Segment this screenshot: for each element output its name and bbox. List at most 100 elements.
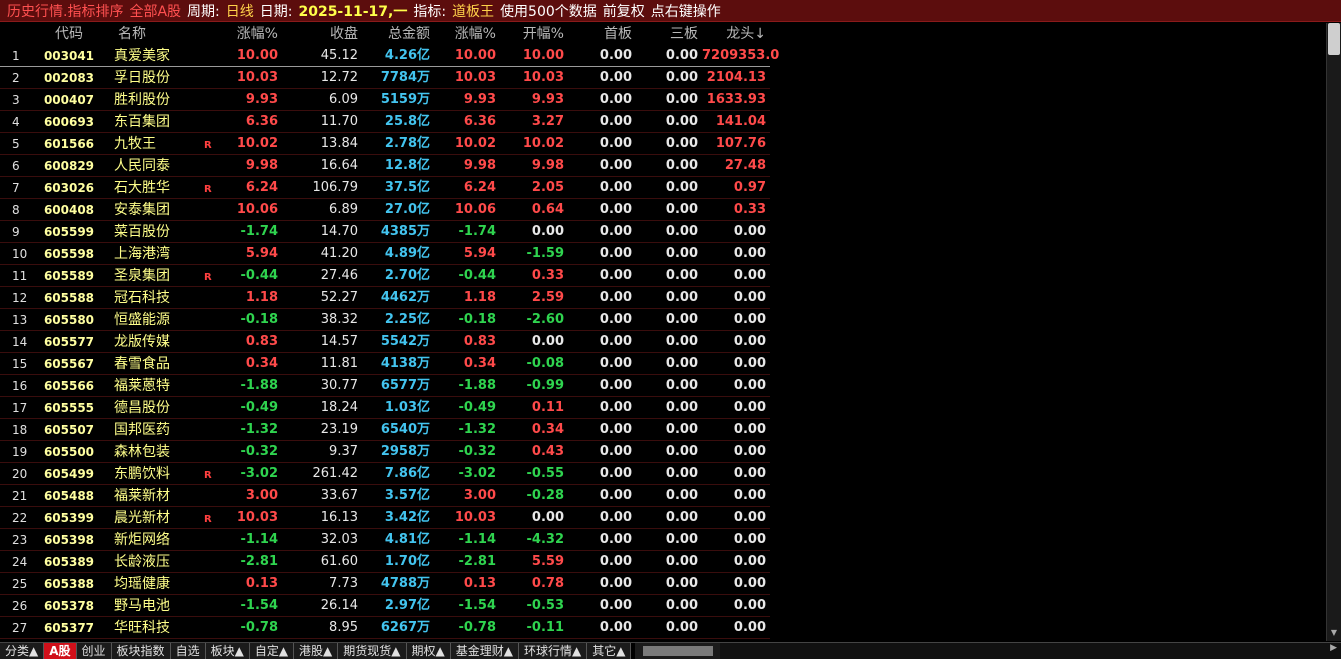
table-row[interactable]: 9 605599 菜百股份 -1.74 14.70 4385万 -1.74 0.00 0.00 0… (0, 221, 770, 243)
close-price: 16.13 (320, 510, 358, 525)
table-row[interactable]: 14 605577 龙版传媒 0.83 14.57 5542万 0.83 0.00 0.00 0.… (0, 331, 770, 353)
financing-badge (204, 223, 216, 245)
tab-9[interactable]: 期权▲ (406, 643, 451, 659)
tab-12[interactable]: 其它▲ (587, 643, 632, 659)
open-change-pct: 0.78 (531, 576, 564, 591)
table-row[interactable]: 11 605589 圣泉集团 R -0.44 27.46 2.70亿 -0.44 0.33 0.0… (0, 265, 770, 287)
table-row[interactable]: 7 603026 石大胜华 R 6.24 106.79 37.5亿 6.24 2.05 0.00 0… (0, 177, 770, 199)
total-amount: 3.57亿 (384, 488, 430, 503)
stock-name: 圣泉集团 (114, 268, 170, 284)
table-row[interactable]: 18 605507 国邦医药 -1.32 23.19 6540万 -1.32 0.34 0.00… (0, 419, 770, 441)
total-amount: 6267万 (380, 620, 430, 635)
adjust-mode[interactable]: 前复权 (603, 1, 645, 21)
table-row[interactable]: 15 605567 春雪食品 0.34 11.81 4138万 0.34 -0.08 0.00 0… (0, 353, 770, 375)
col-header-open-change[interactable]: 开幅% (504, 23, 564, 45)
indicator-value[interactable]: 道板王 (452, 1, 494, 21)
horizontal-scroll-thumb[interactable] (643, 646, 714, 656)
col-header-third-board[interactable]: 三板 (640, 23, 698, 45)
col-header-dragon-head[interactable]: 龙头↓ (702, 23, 766, 45)
first-board: 0.00 (599, 92, 632, 107)
row-index: 19 (12, 445, 28, 459)
tab-10[interactable]: 基金理财▲ (450, 643, 519, 659)
change-pct-2: 6.24 (463, 180, 496, 195)
financing-badge (204, 333, 216, 355)
horizontal-scrollbar[interactable] (635, 643, 721, 659)
col-header-name[interactable]: 名称 (118, 23, 206, 45)
col-header-code[interactable]: 代码 (38, 23, 100, 45)
stock-name: 冠石科技 (114, 290, 170, 306)
tab-1[interactable]: A股 (44, 643, 77, 659)
scroll-down-arrow-icon[interactable]: ▼ (1328, 627, 1340, 639)
change-pct: -0.32 (240, 444, 278, 459)
table-row[interactable]: 27 605377 华旺科技 -0.78 8.95 6267万 -0.78 -0.11 0.00… (0, 617, 770, 639)
table-row[interactable]: 21 605488 福莱新材 3.00 33.67 3.57亿 3.00 -0.28 0.00 0… (0, 485, 770, 507)
table-row[interactable]: 12 605588 冠石科技 1.18 52.27 4462万 1.18 2.59 0.00 0.… (0, 287, 770, 309)
dragon-head: 0.00 (733, 510, 766, 525)
table-row[interactable]: 6 600829 人民同泰 9.98 16.64 12.8亿 9.98 9.98 0.00 0.0… (0, 155, 770, 177)
table-row[interactable]: 23 605398 新炬网络 -1.14 32.03 4.81亿 -1.14 -4.32 0.0… (0, 529, 770, 551)
tab-8[interactable]: 期货现货▲ (338, 643, 407, 659)
third-board: 0.00 (665, 224, 698, 239)
tab-0[interactable]: 分类▲ (0, 643, 45, 659)
row-index: 20 (12, 467, 28, 481)
table-row[interactable]: 16 605566 福莱蒽特 -1.88 30.77 6577万 -1.88 -0.99 0.0… (0, 375, 770, 397)
dragon-head: 0.00 (733, 290, 766, 305)
table-row[interactable]: 10 605598 上海港湾 5.94 41.20 4.89亿 5.94 -1.59 0.00 0… (0, 243, 770, 265)
scroll-right-arrow-icon[interactable]: ▶ (1330, 643, 1337, 653)
table-row[interactable]: 8 600408 安泰集团 10.06 6.89 27.0亿 10.06 0.64 0.00 0.… (0, 199, 770, 221)
table-row[interactable]: 13 605580 恒盛能源 -0.18 38.32 2.25亿 -0.18 -2.60 0.0… (0, 309, 770, 331)
table-row[interactable]: 22 605399 晨光新材 R 10.03 16.13 3.42亿 10.03 0.00 0.0… (0, 507, 770, 529)
period-value[interactable]: 日线 (226, 1, 254, 21)
vertical-scrollbar[interactable]: ▼ (1326, 23, 1341, 641)
change-pct-2: -0.32 (458, 444, 496, 459)
financing-badge (204, 69, 216, 91)
col-header-amount[interactable]: 总金额 (368, 23, 430, 45)
table-row[interactable]: 17 605555 德昌股份 -0.49 18.24 1.03亿 -0.49 0.11 0.00… (0, 397, 770, 419)
tab-2[interactable]: 创业 (76, 643, 112, 659)
row-index: 10 (12, 247, 28, 261)
dragon-head: 0.00 (733, 488, 766, 503)
market-label[interactable]: 全部A股 (129, 1, 181, 21)
financing-badge: R (204, 470, 212, 481)
date-value[interactable]: 2025-11-17,一 (298, 1, 407, 21)
open-change-pct: 2.05 (531, 180, 564, 195)
total-amount: 6577万 (380, 378, 430, 393)
tab-4[interactable]: 自选 (170, 643, 206, 659)
open-change-pct: -0.08 (526, 356, 564, 371)
row-index: 1 (12, 49, 20, 63)
col-header-change2[interactable]: 涨幅% (440, 23, 496, 45)
dragon-head: 1633.93 (706, 92, 766, 107)
total-amount: 27.0亿 (384, 202, 430, 217)
stock-name: 上海港湾 (114, 246, 170, 262)
table-row[interactable]: 3 000407 胜利股份 9.93 6.09 5159万 9.93 9.93 0.00 0.00… (0, 89, 770, 111)
stock-name: 福莱蒽特 (114, 378, 170, 394)
col-header-change[interactable]: 涨幅% (216, 23, 278, 45)
stock-name: 九牧王 (114, 136, 156, 152)
open-change-pct: 0.64 (531, 202, 564, 217)
table-row[interactable]: 1 003041 真爱美家 10.00 45.12 4.26亿 10.00 10.00 0.00… (0, 45, 780, 67)
scroll-thumb[interactable] (1328, 23, 1340, 55)
change-pct: 6.36 (245, 114, 278, 129)
tab-6[interactable]: 自定▲ (249, 643, 295, 659)
table-row[interactable]: 25 605388 均瑶健康 0.13 7.73 4788万 0.13 0.78 0.00 0.0… (0, 573, 770, 595)
table-row[interactable]: 5 601566 九牧王 R 10.02 13.84 2.78亿 10.02 10.02 0.00… (0, 133, 770, 155)
tab-7[interactable]: 港股▲ (294, 643, 339, 659)
horizontal-scroll-track[interactable]: ▶ (720, 643, 1341, 659)
table-row[interactable]: 4 600693 东百集团 6.36 11.70 25.8亿 6.36 3.27 0.00 0.0… (0, 111, 770, 133)
table-row[interactable]: 24 605389 长龄液压 -2.81 61.60 1.70亿 -2.81 5.59 0.00… (0, 551, 770, 573)
table-row[interactable]: 19 605500 森林包装 -0.32 9.37 2958万 -0.32 0.43 0.00 0… (0, 441, 770, 463)
col-header-close[interactable]: 收盘 (290, 23, 358, 45)
table-row[interactable]: 26 605378 野马电池 -1.54 26.14 2.97亿 -1.54 -0.53 0.0… (0, 595, 770, 617)
open-change-pct: 9.93 (531, 92, 564, 107)
dragon-head: 7209353.0 (702, 48, 780, 63)
close-price: 14.57 (320, 334, 358, 349)
col-header-first-board[interactable]: 首板 (572, 23, 632, 45)
tab-11[interactable]: 环球行情▲ (518, 643, 588, 659)
table-row[interactable]: 20 605499 东鹏饮料 R -3.02 261.42 7.86亿 -3.02 -0.55 0… (0, 463, 770, 485)
first-board: 0.00 (599, 444, 632, 459)
table-row[interactable]: 2 002083 孚日股份 10.03 12.72 7784万 10.03 10.03 0.00… (0, 67, 770, 89)
total-amount: 1.70亿 (384, 554, 430, 569)
tab-3[interactable]: 板块指数 (111, 643, 171, 659)
tab-5[interactable]: 板块▲ (205, 643, 250, 659)
change-pct-2: -3.02 (458, 466, 496, 481)
